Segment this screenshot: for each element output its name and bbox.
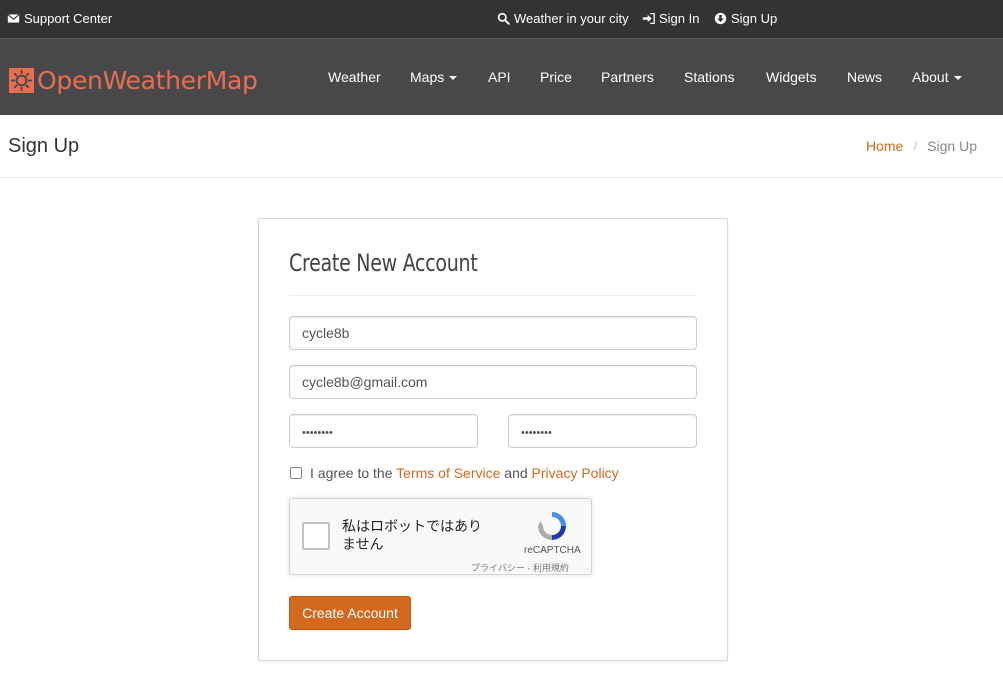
nav-stations[interactable]: Stations bbox=[684, 69, 735, 85]
username-input[interactable]: cycle8b bbox=[289, 316, 697, 350]
nav-weather-label: Weather bbox=[328, 69, 381, 85]
download-circle-icon bbox=[714, 12, 727, 25]
recaptcha-widget: 私はロボットではありません reCAPTCHA プライバシー - 利用規約 bbox=[289, 498, 592, 575]
form-divider bbox=[289, 295, 697, 296]
nav-api-label: API bbox=[488, 69, 511, 85]
nav-weather[interactable]: Weather bbox=[328, 69, 381, 85]
nav-api[interactable]: API bbox=[488, 69, 511, 85]
password-value: •••••••• bbox=[302, 427, 333, 439]
support-center-link[interactable]: Support Center bbox=[7, 11, 112, 26]
recaptcha-label: 私はロボットではありません bbox=[342, 518, 482, 552]
signup-card: Create New Account cycle8b cycle8b@gmail… bbox=[258, 218, 728, 661]
terms-of-service-link[interactable]: Terms of Service bbox=[396, 465, 500, 481]
email-value: cycle8b@gmail.com bbox=[302, 374, 428, 390]
agree-terms-checkbox[interactable] bbox=[290, 467, 302, 479]
recaptcha-brand: reCAPTCHA bbox=[524, 545, 581, 556]
nav-about[interactable]: About bbox=[912, 69, 962, 85]
password-confirm-input[interactable]: •••••••• bbox=[508, 414, 697, 448]
create-account-label: Create Account bbox=[302, 605, 398, 621]
sign-up-label: Sign Up bbox=[731, 11, 778, 26]
top-bar: Support Center Weather in your city Sign… bbox=[0, 0, 1003, 38]
password-input[interactable]: •••••••• bbox=[289, 414, 478, 448]
nav-partners-label: Partners bbox=[601, 69, 654, 85]
page-header: Sign Up Home / Sign Up bbox=[0, 115, 1003, 178]
support-center-label: Support Center bbox=[24, 11, 113, 26]
recaptcha-checkbox[interactable] bbox=[302, 522, 330, 550]
privacy-policy-link[interactable]: Privacy Policy bbox=[532, 465, 619, 481]
nav-widgets[interactable]: Widgets bbox=[766, 69, 817, 85]
sign-up-link[interactable]: Sign Up bbox=[714, 11, 777, 26]
sign-in-icon bbox=[642, 12, 655, 25]
nav-about-label: About bbox=[912, 69, 949, 85]
breadcrumb-home[interactable]: Home bbox=[866, 138, 903, 154]
password-confirm-value: •••••••• bbox=[521, 427, 552, 439]
nav-stations-label: Stations bbox=[684, 69, 735, 85]
recaptcha-terms-link[interactable]: プライバシー - 利用規約 bbox=[471, 561, 569, 574]
brand-logo[interactable]: OpenWeatherMap bbox=[9, 66, 258, 95]
envelope-icon bbox=[7, 14, 20, 23]
breadcrumb-separator: / bbox=[913, 138, 918, 154]
nav-widgets-label: Widgets bbox=[766, 69, 817, 85]
nav-maps-label: Maps bbox=[410, 69, 445, 85]
create-account-button[interactable]: Create Account bbox=[289, 596, 411, 630]
search-icon bbox=[497, 12, 510, 25]
caret-down-icon bbox=[449, 75, 458, 80]
email-input[interactable]: cycle8b@gmail.com bbox=[289, 365, 697, 399]
breadcrumb: Home / Sign Up bbox=[866, 138, 977, 154]
nav-price[interactable]: Price bbox=[540, 69, 572, 85]
sign-in-link[interactable]: Sign In bbox=[642, 11, 699, 26]
weather-in-city-label: Weather in your city bbox=[514, 11, 629, 26]
and-text: and bbox=[504, 465, 528, 481]
nav-partners[interactable]: Partners bbox=[601, 69, 654, 85]
weather-in-city-link[interactable]: Weather in your city bbox=[497, 11, 629, 26]
brand-name: OpenWeatherMap bbox=[37, 66, 258, 95]
caret-down-icon bbox=[953, 75, 962, 80]
username-value: cycle8b bbox=[302, 325, 350, 341]
page-title: Sign Up bbox=[8, 135, 80, 157]
form-title: Create New Account bbox=[289, 249, 478, 277]
nav-maps[interactable]: Maps bbox=[410, 69, 458, 85]
agree-text: I agree to the bbox=[310, 465, 393, 481]
sign-in-label: Sign In bbox=[659, 11, 700, 26]
sun-logo-icon bbox=[9, 68, 34, 93]
nav-news[interactable]: News bbox=[847, 69, 882, 85]
agree-terms-row: I agree to the Terms of Service and Priv… bbox=[290, 465, 619, 481]
nav-price-label: Price bbox=[540, 69, 572, 85]
nav-news-label: News bbox=[847, 69, 883, 85]
breadcrumb-current: Sign Up bbox=[927, 138, 977, 154]
recaptcha-logo-icon bbox=[538, 512, 566, 540]
main-navbar: OpenWeatherMap Weather Maps API Price Pa… bbox=[0, 38, 1003, 115]
